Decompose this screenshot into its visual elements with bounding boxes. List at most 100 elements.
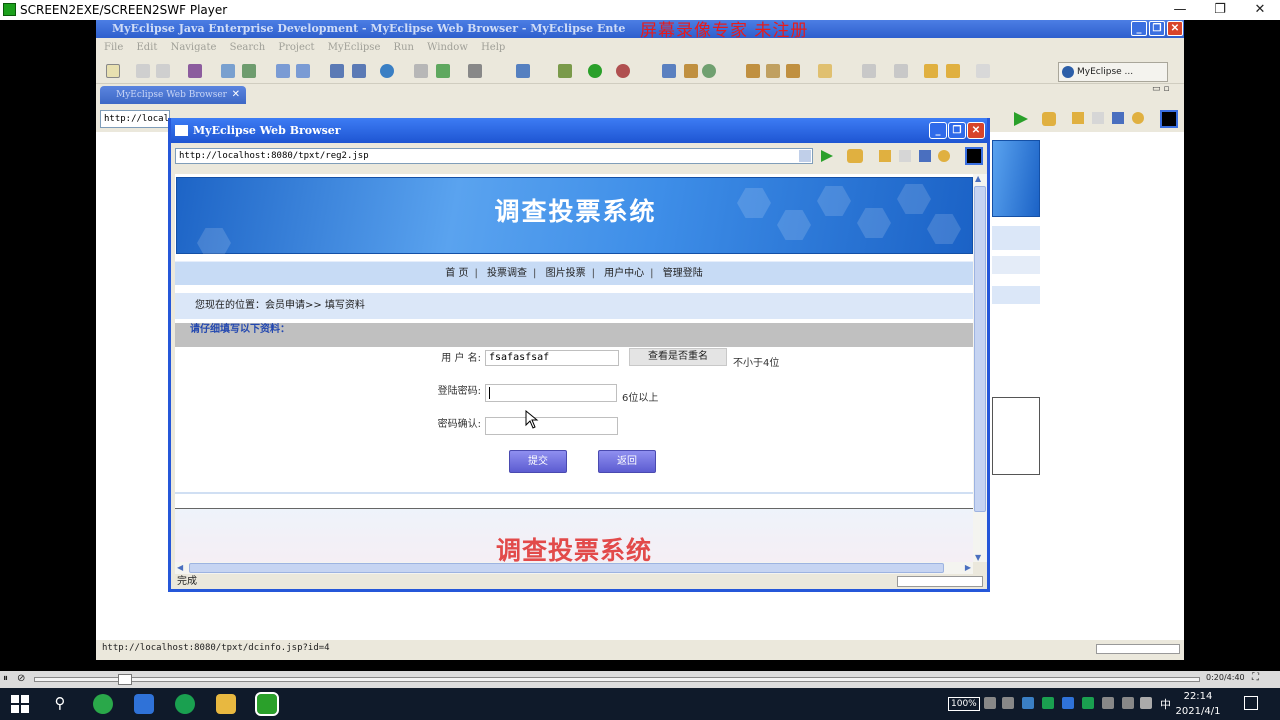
confirm-password-input[interactable] [485,417,618,435]
ide-close-icon[interactable]: ✕ [1167,21,1183,36]
vertical-scroll-thumb[interactable] [974,186,986,512]
nav-admin-login[interactable]: 管理登陆 [663,268,703,279]
bug-icon[interactable] [558,64,572,78]
link-icon[interactable] [786,64,800,78]
tab-close-icon[interactable]: ✕ [232,86,240,104]
open-resource-icon[interactable] [684,64,698,78]
tray-app2-icon[interactable] [1042,697,1054,709]
restore-icon[interactable]: ❐ [1200,0,1240,20]
ide-back-icon[interactable] [1072,112,1084,124]
file-explorer-icon[interactable] [216,694,236,714]
tray-volume-icon[interactable] [1140,697,1152,709]
camera-icon[interactable] [468,64,482,78]
perspective-switcher[interactable]: MyEclipse ... [1058,62,1168,82]
back-button[interactable]: 返回 [598,450,656,473]
browser-maximize-icon[interactable]: ❐ [948,122,966,139]
ide-refresh-icon[interactable] [1132,112,1144,124]
tray-up-icon[interactable] [984,697,996,709]
external-tools-icon[interactable] [616,64,630,78]
screen-recorder-app-icon[interactable] [255,692,279,716]
ide-maximize-icon[interactable]: ❐ [1149,21,1165,36]
debug-icon[interactable] [221,64,235,78]
playback-knob[interactable] [118,674,132,685]
nav-survey[interactable]: 投票调查 [487,268,527,279]
stop-icon[interactable]: ⊘ [17,673,25,684]
tray-app4-icon[interactable] [1102,697,1114,709]
menu-run[interactable]: Run [394,42,414,53]
browser-external-icon[interactable] [965,147,983,165]
view-controls[interactable]: ▭ ▫ [1152,84,1182,98]
editor-tab[interactable]: MyEclipse Web Browser ✕ [100,86,246,104]
last-edit-icon[interactable] [924,64,938,78]
menu-myeclipse[interactable]: MyEclipse [328,42,381,53]
new-icon[interactable] [106,64,120,78]
menu-window[interactable]: Window [427,42,468,53]
ide-favorites-icon[interactable] [1042,112,1056,126]
ide-stop-icon[interactable] [1112,112,1124,124]
tray-app1-icon[interactable] [1022,697,1034,709]
vertical-scrollbar[interactable]: ▲ ▼ [973,174,987,562]
server-stop-icon[interactable] [296,64,310,78]
back-icon[interactable] [946,64,960,78]
browser-url-field[interactable]: http://localhost:8080/tpxt/reg2.jsp [175,148,813,164]
browser-favorites-icon[interactable] [847,149,863,163]
server-icon[interactable] [276,64,290,78]
nav-image-vote[interactable]: 图片投票 [546,268,586,279]
minimize-icon[interactable]: — [1160,0,1200,20]
ide-minimize-icon[interactable]: _ [1131,21,1147,36]
deploy-icon[interactable] [242,64,256,78]
tray-wechat-icon[interactable] [1082,697,1094,709]
u-app-icon[interactable] [134,694,154,714]
menu-project[interactable]: Project [278,42,314,53]
start-icon[interactable] [10,694,30,714]
db-icon[interactable] [330,64,344,78]
scroll-up-icon[interactable]: ▲ [975,174,981,183]
ide-go-icon[interactable] [1014,112,1028,126]
open-type-icon[interactable] [662,64,676,78]
taskbar-clock[interactable]: 22:14 2021/4/1 [1168,688,1228,720]
menu-navigate[interactable]: Navigate [171,42,217,53]
tray-app3-icon[interactable] [1062,697,1074,709]
save-icon[interactable] [136,64,150,78]
tray-app5-icon[interactable] [1122,697,1134,709]
notification-icon[interactable] [1244,696,1258,710]
check-duplicate-button[interactable]: 查看是否重名 [629,348,727,366]
package-icon[interactable] [188,64,202,78]
menu-edit[interactable]: Edit [136,42,157,53]
browser-go-icon[interactable] [821,150,833,162]
new-wizard-icon[interactable] [516,64,530,78]
submit-button[interactable]: 提交 [509,450,567,473]
db-browse-icon[interactable] [352,64,366,78]
playback-track[interactable] [34,677,1200,682]
scroll-right-icon[interactable]: ▶ [965,562,971,574]
browser-minimize-icon[interactable]: _ [929,122,947,139]
ide-forward-icon[interactable] [1092,112,1104,124]
close-icon[interactable]: ✕ [1240,0,1280,20]
fullscreen-icon[interactable]: ⛶ [1252,672,1259,683]
menu-search[interactable]: Search [230,42,266,53]
menu-file[interactable]: File [104,42,123,53]
nav-user-center[interactable]: 用户中心 [604,268,644,279]
globe-icon[interactable] [380,64,394,78]
refresh-icon[interactable] [436,64,450,78]
task-icon[interactable] [818,64,832,78]
horizontal-scroll-thumb[interactable] [189,563,944,573]
scroll-down-icon[interactable]: ▼ [975,553,981,562]
username-input[interactable]: fsafasfsaf [485,350,619,366]
prev-annotation-icon[interactable] [894,64,908,78]
menu-help[interactable]: Help [481,42,505,53]
browser-back-icon[interactable] [879,150,891,162]
pause-icon[interactable]: ⏸ [3,673,8,684]
horizontal-scrollbar[interactable]: ◀ ▶ [175,562,973,574]
run-icon[interactable] [588,64,602,78]
browser-stop-icon[interactable] [919,150,931,162]
browser-app-icon[interactable] [93,694,113,714]
password-input[interactable] [485,384,617,402]
ide-url-field[interactable]: http://localh [100,110,170,128]
tray-network-icon[interactable] [1002,697,1014,709]
browser-refresh-icon[interactable] [938,150,950,162]
s-app-icon[interactable] [175,694,195,714]
browser-forward-icon[interactable] [899,150,911,162]
sync-icon[interactable] [702,64,716,78]
battery-indicator[interactable]: 100% [948,697,980,711]
